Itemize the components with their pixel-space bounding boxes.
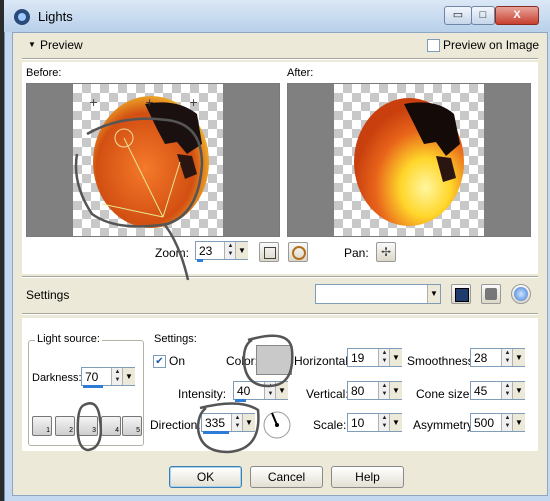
asymmetry-value: 500 [474, 416, 495, 430]
divider [22, 58, 538, 60]
maximize-button[interactable]: □ [471, 6, 495, 25]
pan-label: Pan: [344, 246, 369, 260]
cancel-button[interactable]: Cancel [250, 466, 323, 488]
minimize-button[interactable]: ▭ [444, 6, 472, 25]
after-preview-frame [287, 83, 531, 237]
intensity-label: Intensity: [178, 387, 227, 401]
darkness-value: 70 [85, 370, 99, 384]
preview-toggle-label[interactable]: Preview [40, 38, 83, 52]
darkness-level-bar [83, 385, 103, 388]
after-label: After: [287, 67, 314, 79]
light-source-2-button[interactable]: 2 [55, 416, 75, 436]
intensity-dropdown-arrow[interactable]: ▼ [275, 382, 288, 399]
dropdown-arrow-icon[interactable]: ▼ [427, 285, 440, 303]
horizontal-spinbox[interactable]: 19 ▲ ▼ ▼ [347, 348, 402, 367]
divider [22, 276, 538, 278]
after-preview-image [354, 98, 464, 226]
light-source-1-button[interactable]: 1 [32, 416, 52, 436]
darkness-label: Darkness: [32, 372, 82, 384]
horizontal-dropdown-arrow[interactable]: ▼ [389, 349, 402, 366]
horizontal-label: Horizontal: [294, 354, 352, 368]
darkness-dropdown-arrow[interactable]: ▼ [122, 368, 135, 385]
vertical-value: 80 [351, 384, 365, 398]
app-icon [14, 9, 30, 25]
svg-text:+: + [89, 96, 98, 109]
light-source-group-label: Light source: [35, 333, 102, 345]
settings-group-label: Settings: [154, 333, 197, 345]
zoom-to-fit-icon[interactable] [259, 242, 279, 262]
color-label: Color: [226, 354, 259, 368]
save-preset-icon[interactable] [451, 284, 471, 304]
cone-size-spinbox[interactable]: 45 ▲ ▼ ▼ [470, 381, 525, 400]
direction-dropdown-arrow[interactable]: ▼ [242, 414, 255, 431]
settings-preset-label: Settings [26, 288, 70, 302]
ok-button[interactable]: OK [169, 466, 242, 488]
on-checkbox[interactable]: ✔ [153, 355, 166, 368]
smoothness-spinbox[interactable]: 28 ▲ ▼ ▼ [470, 348, 525, 367]
intensity-spinbox[interactable]: 40 ▲ ▼ ▼ [233, 381, 288, 402]
scale-value: 10 [351, 416, 365, 430]
horizontal-value: 19 [351, 351, 365, 365]
before-label: Before: [26, 67, 62, 79]
zoom-tool-icon[interactable] [288, 242, 308, 262]
resource-manager-icon[interactable] [481, 284, 501, 304]
before-preview-image[interactable]: + + + [27, 84, 279, 236]
asymmetry-label: Asymmetry: [413, 418, 477, 432]
svg-text:+: + [189, 96, 198, 109]
settings-preset-dropdown[interactable]: ▼ [315, 284, 441, 304]
help-button[interactable]: Help [331, 466, 404, 488]
scale-dropdown-arrow[interactable]: ▼ [389, 414, 402, 431]
zoom-spinbox[interactable]: 23 ▲ ▼ ▼ [195, 241, 248, 262]
on-label: On [169, 354, 186, 368]
scale-label: Scale: [313, 418, 347, 432]
direction-spinbox[interactable]: 335 ▲ ▼ ▼ [201, 413, 255, 434]
light-source-4-button[interactable]: 4 [101, 416, 121, 436]
zoom-label: Zoom: [155, 246, 190, 260]
intensity-level-bar [235, 399, 247, 402]
light-source-5-button[interactable]: 5 [122, 416, 142, 436]
direction-value: 335 [205, 416, 226, 430]
cone-size-dropdown-arrow[interactable]: ▼ [512, 382, 525, 399]
vertical-dropdown-arrow[interactable]: ▼ [389, 382, 402, 399]
vertical-spinbox[interactable]: 80 ▲ ▼ ▼ [347, 381, 402, 400]
zoom-level-bar [197, 259, 204, 262]
color-swatch[interactable] [256, 345, 292, 375]
darkness-spinbox[interactable]: 70 ▲ ▼ ▼ [81, 367, 135, 388]
direction-dial-icon[interactable] [262, 410, 292, 440]
pan-move-icon[interactable]: ✢ [376, 242, 396, 262]
reset-icon[interactable] [511, 284, 531, 304]
zoom-dropdown-arrow[interactable]: ▼ [235, 242, 248, 259]
asymmetry-spinbox[interactable]: 500 ▲ ▼ ▼ [470, 413, 525, 432]
smoothness-value: 28 [474, 351, 488, 365]
vertical-label: Vertical: [306, 387, 349, 401]
svg-text:+: + [145, 96, 154, 109]
close-button[interactable]: X [495, 6, 539, 25]
window-title: Lights [38, 9, 73, 24]
divider [22, 313, 538, 315]
smoothness-dropdown-arrow[interactable]: ▼ [512, 349, 525, 366]
preview-on-image-checkbox[interactable] [427, 39, 440, 52]
asymmetry-dropdown-arrow[interactable]: ▼ [512, 414, 525, 431]
direction-level-bar [203, 431, 230, 434]
before-preview-frame[interactable]: + + + [26, 83, 280, 237]
scale-spinbox[interactable]: 10 ▲ ▼ ▼ [347, 413, 402, 432]
intensity-value: 40 [237, 384, 251, 398]
collapse-triangle-icon[interactable]: ▼ [28, 40, 36, 49]
cone-size-value: 45 [474, 384, 488, 398]
smoothness-label: Smoothness: [407, 354, 478, 368]
preview-on-image-label: Preview on Image [443, 38, 540, 52]
zoom-value: 23 [199, 244, 213, 258]
cone-size-label: Cone size: [416, 387, 473, 401]
direction-label: Direction: [150, 418, 201, 432]
light-source-3-button[interactable]: 3 [78, 416, 98, 436]
